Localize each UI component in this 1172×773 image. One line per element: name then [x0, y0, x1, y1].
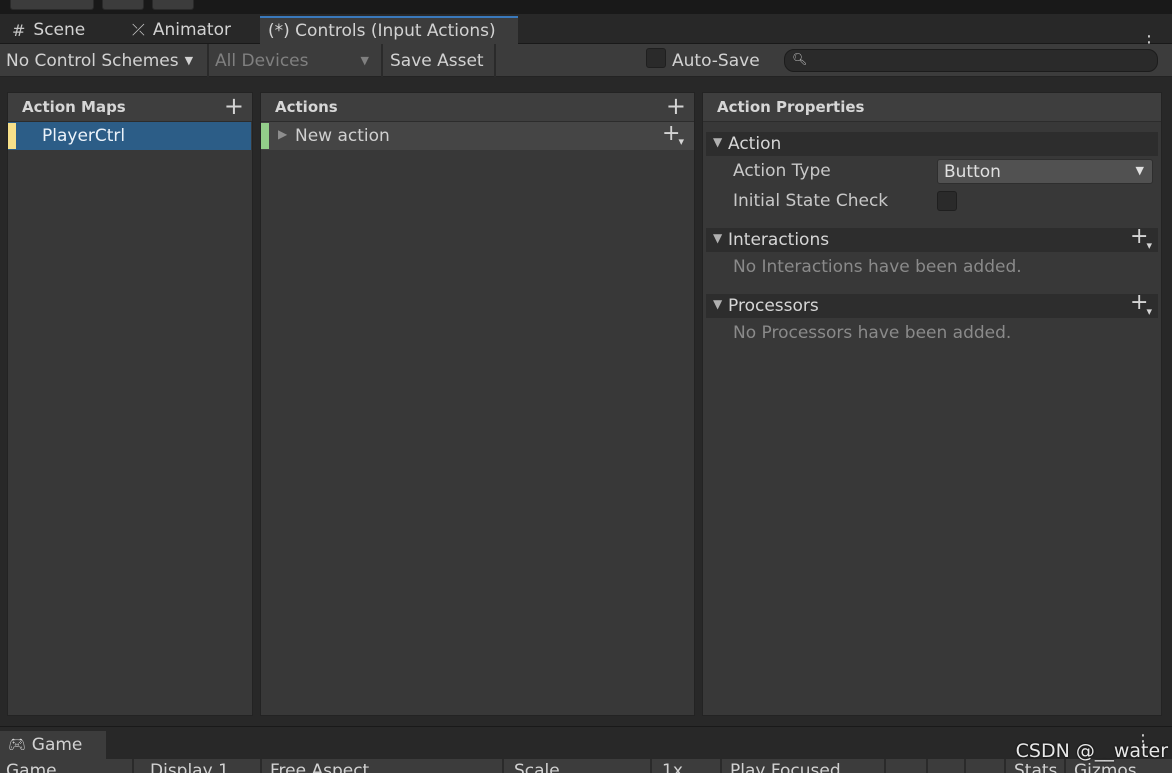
- tab-animator-label: Animator: [152, 20, 231, 40]
- keyboard-icon[interactable]: [968, 759, 1006, 773]
- toolbar-divider: [381, 44, 383, 77]
- editor-tab-bar: # Scene ⤫ Animator (*) Controls (Input A…: [0, 14, 1172, 53]
- add-action-button[interactable]: +: [666, 93, 686, 119]
- main-toolbar: [0, 0, 1172, 14]
- game-view-dropdown[interactable]: Game: [0, 759, 134, 773]
- processors-section-header[interactable]: ▼ Processors +▾: [706, 290, 1158, 318]
- devices-dropdown[interactable]: All Devices ▼: [209, 46, 381, 75]
- interactions-section-label: Interactions: [728, 230, 830, 250]
- search-icon: 🔍︎: [792, 52, 808, 66]
- action-color-strip: [261, 123, 269, 149]
- initial-state-checkbox[interactable]: [937, 191, 957, 211]
- action-type-value: Button: [944, 161, 1001, 182]
- interactions-section-header[interactable]: ▼ Interactions +▾: [706, 224, 1158, 252]
- tab-input-actions[interactable]: (*) Controls (Input Actions): [260, 16, 518, 44]
- action-maps-header: Action Maps +: [8, 93, 252, 122]
- save-asset-button[interactable]: Save Asset: [384, 46, 494, 75]
- initial-state-label: Initial State Check: [733, 191, 889, 211]
- action-maps-pane: Action Maps + PlayerCtrl: [7, 92, 253, 716]
- tab-scene[interactable]: # Scene: [4, 16, 122, 44]
- action-properties-header: Action Properties: [703, 93, 1161, 122]
- collapse-triangle-icon[interactable]: ▼: [713, 231, 722, 245]
- scale-value: 1x: [656, 759, 722, 773]
- search-input[interactable]: 🔍︎: [784, 49, 1158, 72]
- tab-animator[interactable]: ⤫ Animator: [124, 16, 260, 44]
- scale-slider[interactable]: Scale: [508, 759, 652, 773]
- auto-save-toggle[interactable]: Auto-Save: [640, 46, 776, 75]
- tab-scene-label: Scene: [33, 20, 86, 40]
- play-focused-dropdown[interactable]: Play Focused: [724, 759, 886, 773]
- caret-down-icon: ▼: [1135, 164, 1144, 177]
- expand-arrow-icon[interactable]: ▶: [278, 127, 287, 141]
- watermark-text: CSDN @__water: [1015, 740, 1168, 762]
- action-item[interactable]: ▶ New action +▾: [261, 121, 694, 150]
- add-action-map-button[interactable]: +: [224, 93, 244, 119]
- caret-down-icon: ▼: [184, 54, 194, 67]
- actions-pane: Actions + ▶ New action +▾: [260, 92, 695, 716]
- action-properties-title: Action Properties: [717, 98, 865, 116]
- grid-icon: #: [12, 20, 26, 40]
- processors-section-label: Processors: [728, 296, 819, 316]
- actions-header: Actions +: [261, 93, 694, 122]
- collab-button[interactable]: [152, 0, 194, 10]
- aspect-dropdown[interactable]: Free Aspect: [264, 759, 504, 773]
- action-map-color-strip: [8, 123, 16, 149]
- game-toolbar: Game Display 1 Free Aspect Scale 1x Play…: [0, 759, 1172, 773]
- action-section-label: Action: [728, 134, 782, 154]
- control-schemes-label: No Control Schemes: [6, 50, 179, 71]
- control-schemes-dropdown[interactable]: No Control Schemes ▼: [0, 46, 206, 75]
- add-interaction-button[interactable]: +▾: [1130, 224, 1154, 252]
- layers-button[interactable]: [102, 0, 144, 10]
- processors-empty-note: No Processors have been added.: [703, 318, 1161, 348]
- gamepad-icon: 🎮︎: [8, 737, 26, 753]
- display-dropdown[interactable]: Display 1: [144, 759, 262, 773]
- animator-icon: ⤫: [132, 20, 145, 39]
- add-binding-icon[interactable]: +▾: [662, 121, 686, 148]
- collapse-triangle-icon[interactable]: ▼: [713, 297, 722, 311]
- game-window: 🎮︎ Game ⋮ Game Display 1 Free Aspect Sca…: [0, 726, 1172, 773]
- actions-title: Actions: [275, 98, 338, 116]
- action-type-label: Action Type: [733, 161, 831, 181]
- action-properties-pane: Action Properties ▼ Action Action Type B…: [702, 92, 1162, 716]
- interactions-empty-text: No Interactions have been added.: [733, 257, 1022, 277]
- audio-icon[interactable]: [930, 759, 966, 773]
- caret-down-icon: ▼: [360, 54, 369, 67]
- toolbar-divider: [494, 44, 496, 77]
- interactions-empty-note: No Interactions have been added.: [703, 252, 1161, 282]
- action-type-row: Action Type Button ▼: [703, 156, 1161, 186]
- tab-input-actions-label: (*) Controls (Input Actions): [268, 21, 496, 41]
- input-actions-toolbar: No Control Schemes ▼ All Devices ▼ Save …: [0, 44, 1172, 77]
- devices-label: All Devices: [215, 50, 309, 71]
- save-asset-label: Save Asset: [390, 50, 484, 71]
- collapse-triangle-icon[interactable]: ▼: [713, 135, 722, 149]
- bug-icon[interactable]: [888, 759, 928, 773]
- auto-save-checkbox[interactable]: [646, 47, 666, 68]
- account-button[interactable]: [10, 0, 94, 10]
- auto-save-label: Auto-Save: [672, 50, 760, 71]
- action-section-header[interactable]: ▼ Action: [706, 132, 1158, 156]
- add-processor-button[interactable]: +▾: [1130, 290, 1154, 318]
- initial-state-row: Initial State Check: [703, 186, 1161, 216]
- action-type-dropdown[interactable]: Button ▼: [937, 159, 1153, 184]
- action-map-item[interactable]: PlayerCtrl: [8, 122, 251, 150]
- action-maps-title: Action Maps: [22, 98, 126, 116]
- tab-game-label: Game: [31, 735, 83, 755]
- processors-empty-text: No Processors have been added.: [733, 323, 1012, 343]
- tab-game[interactable]: 🎮︎ Game: [0, 731, 107, 759]
